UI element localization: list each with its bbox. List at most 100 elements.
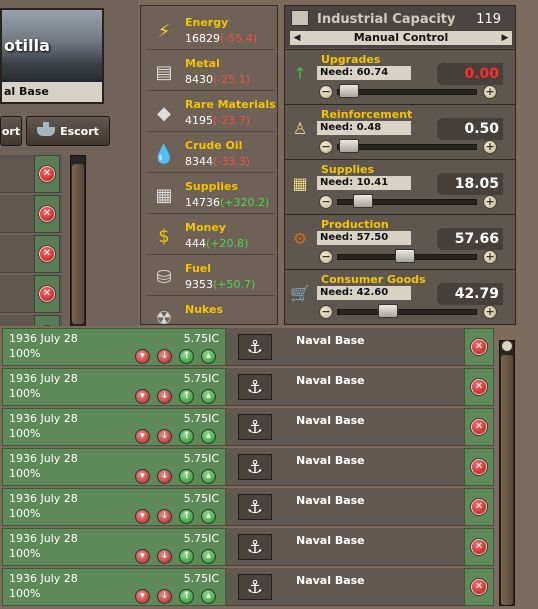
queue-unit-name: Naval Base — [296, 454, 365, 467]
minus-button[interactable]: − — [319, 250, 333, 264]
left-scrollbar[interactable] — [70, 155, 86, 330]
queue-row[interactable]: 1936 July 28 100% 5.75IC ▾ ↓ ↑ ▴ ⚓ Naval Base ✕ — [2, 408, 496, 448]
move-bottom-button[interactable]: ▾ — [135, 549, 150, 564]
queue-scrollbar[interactable] — [499, 340, 515, 606]
flotilla-base-label: al Base — [2, 82, 102, 102]
move-up-button[interactable]: ↑ — [179, 549, 194, 564]
plus-button[interactable]: + — [483, 85, 497, 99]
slider-thumb[interactable] — [339, 139, 360, 153]
plus-button[interactable]: + — [483, 305, 497, 319]
move-down-button[interactable]: ↓ — [157, 389, 172, 404]
queue-unit-name: Naval Base — [296, 494, 365, 507]
move-top-button[interactable]: ▴ — [201, 549, 216, 564]
crates-icon: ▦ — [292, 173, 308, 193]
move-down-button[interactable]: ↓ — [157, 469, 172, 484]
move-bottom-button[interactable]: ▾ — [135, 349, 150, 364]
queue-row[interactable]: 1936 July 28 100% 5.75IC ▾ ↓ ↑ ▴ ⚓ Naval Base ✕ — [2, 328, 496, 368]
ic-slot-upgrades: ↑ Upgrades Need: 60.74 0.00 − + — [285, 49, 515, 104]
cancel-button[interactable]: ✕ — [464, 488, 494, 526]
cancel-button[interactable]: ✕ — [464, 528, 494, 566]
move-up-button[interactable]: ↑ — [179, 389, 194, 404]
move-down-button[interactable]: ↓ — [157, 429, 172, 444]
move-bottom-button[interactable]: ▾ — [135, 429, 150, 444]
slot-need: Need: 60.74 — [317, 66, 411, 80]
move-top-button[interactable]: ▴ — [201, 389, 216, 404]
minus-button[interactable]: − — [319, 305, 333, 319]
queue-unit-cell: ⚓ Naval Base — [226, 408, 464, 446]
move-up-button[interactable]: ↑ — [179, 429, 194, 444]
resource-name: Fuel — [185, 262, 212, 275]
move-top-button[interactable]: ▴ — [201, 429, 216, 444]
queue-row[interactable]: 1936 July 28 100% 5.75IC ▾ ↓ ↑ ▴ ⚓ Naval Base ✕ — [2, 368, 496, 408]
anchor-icon: ⚓ — [238, 454, 272, 480]
move-bottom-button[interactable]: ▾ — [135, 469, 150, 484]
cancel-button[interactable]: ✕ — [464, 448, 494, 486]
slot-value: 18.05 — [437, 173, 503, 195]
queue-date: 1936 July 28 — [9, 332, 78, 345]
mode-prev-icon[interactable]: ◀ — [292, 31, 302, 45]
flotilla-card[interactable]: otilla al Base — [0, 8, 104, 104]
tab-escort[interactable]: Escort — [26, 116, 110, 146]
queue-row[interactable]: 1936 July 28 100% 5.75IC ▾ ↓ ↑ ▴ ⚓ Naval Base ✕ — [2, 528, 496, 568]
cancel-button[interactable]: ✕ — [464, 408, 494, 446]
move-down-button[interactable]: ↓ — [157, 349, 172, 364]
move-down-button[interactable]: ↓ — [157, 589, 172, 604]
resource-row: ⛁ Fuel 9353(+50.7) — [147, 258, 275, 296]
slider-thumb[interactable] — [377, 304, 398, 318]
move-bottom-button[interactable]: ▾ — [135, 389, 150, 404]
remove-button[interactable]: ✕ — [34, 155, 60, 193]
slider-thumb[interactable] — [394, 249, 415, 263]
cancel-button[interactable]: ✕ — [464, 368, 494, 406]
left-list-row[interactable]: ✕ — [0, 155, 62, 193]
minus-button[interactable]: − — [319, 140, 333, 154]
remove-button[interactable]: ✕ — [34, 195, 60, 233]
left-list-row[interactable]: ✕ — [0, 195, 62, 233]
queue-progress-cell: 1936 July 28 100% 5.75IC ▾ ↓ ↑ ▴ — [2, 368, 226, 406]
move-up-button[interactable]: ↑ — [179, 469, 194, 484]
barrels-icon: ⛁ — [156, 266, 172, 288]
move-down-button[interactable]: ↓ — [157, 549, 172, 564]
queue-row[interactable]: 1936 July 28 100% 5.75IC ▾ ↓ ↑ ▴ ⚓ Naval Base ✕ — [2, 448, 496, 488]
cancel-button[interactable]: ✕ — [464, 568, 494, 606]
resource-amount: 8430 — [185, 73, 213, 86]
left-list-row[interactable]: ✕ — [0, 275, 62, 313]
move-top-button[interactable]: ▴ — [201, 469, 216, 484]
queue-percent: 100% — [9, 467, 41, 480]
left-scroll-thumb[interactable] — [72, 164, 84, 324]
slider-track[interactable] — [337, 309, 477, 315]
queue-percent: 100% — [9, 427, 41, 440]
remove-button[interactable]: ✕ — [34, 275, 60, 313]
cancel-button[interactable]: ✕ — [464, 328, 494, 366]
plus-button[interactable]: + — [483, 140, 497, 154]
resource-value: 9353(+50.7) — [185, 278, 255, 291]
slider-thumb[interactable] — [339, 84, 360, 98]
move-down-button[interactable]: ↓ — [157, 509, 172, 524]
scroll-up-icon[interactable] — [501, 340, 513, 352]
plus-button[interactable]: + — [483, 250, 497, 264]
move-bottom-button[interactable]: ▾ — [135, 509, 150, 524]
tab-transport[interactable]: ort — [0, 116, 22, 146]
ic-mode-selector[interactable]: ◀ Manual Control ▶ — [290, 31, 512, 45]
slot-name: Reinforcement — [321, 108, 413, 121]
resource-value: 444(+20.8) — [185, 237, 248, 250]
move-up-button[interactable]: ↑ — [179, 509, 194, 524]
minus-button[interactable]: − — [319, 85, 333, 99]
ic-slot-production: ⚙ Production Need: 57.50 57.66 − + — [285, 214, 515, 269]
queue-row[interactable]: 1936 July 28 100% 5.75IC ▾ ↓ ↑ ▴ ⚓ Naval Base ✕ — [2, 568, 496, 608]
close-icon: ✕ — [38, 205, 56, 223]
queue-row[interactable]: 1936 July 28 100% 5.75IC ▾ ↓ ↑ ▴ ⚓ Naval Base ✕ — [2, 488, 496, 528]
move-top-button[interactable]: ▴ — [201, 589, 216, 604]
mode-next-icon[interactable]: ▶ — [500, 31, 510, 45]
cart-icon: 🛒 — [290, 283, 310, 303]
queue-scroll-thumb[interactable] — [501, 355, 513, 605]
move-top-button[interactable]: ▴ — [201, 509, 216, 524]
slider-thumb[interactable] — [352, 194, 373, 208]
move-top-button[interactable]: ▴ — [201, 349, 216, 364]
move-up-button[interactable]: ↑ — [179, 349, 194, 364]
plus-button[interactable]: + — [483, 195, 497, 209]
move-bottom-button[interactable]: ▾ — [135, 589, 150, 604]
remove-button[interactable]: ✕ — [34, 235, 60, 273]
left-list-row[interactable]: ✕ — [0, 235, 62, 273]
minus-button[interactable]: − — [319, 195, 333, 209]
move-up-button[interactable]: ↑ — [179, 589, 194, 604]
